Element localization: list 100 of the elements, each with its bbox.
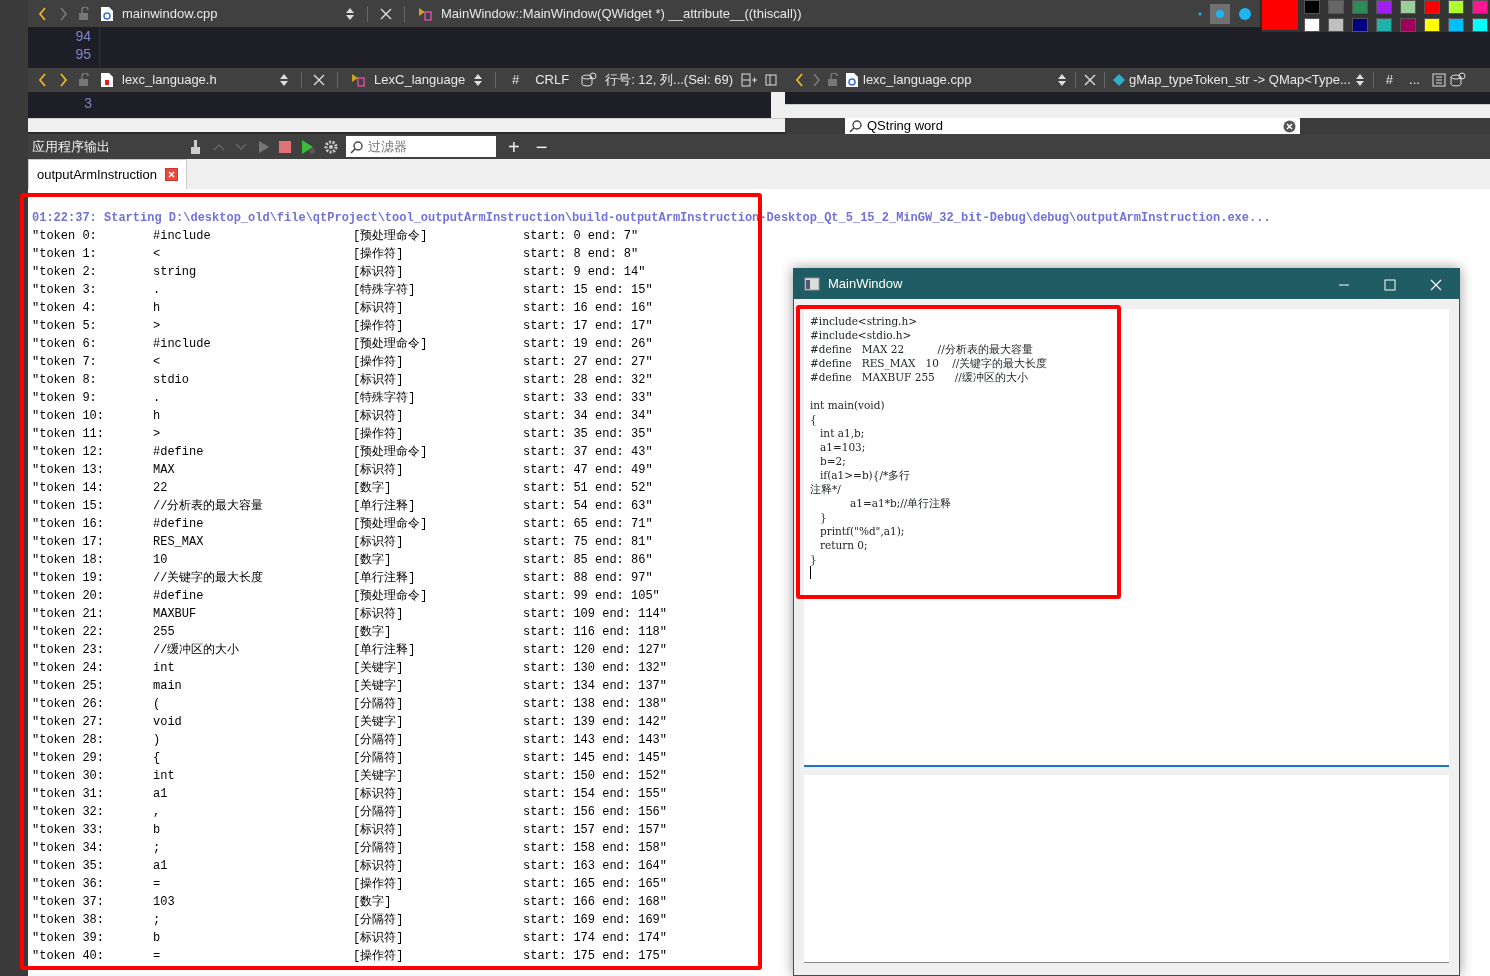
code-line: { — [810, 412, 817, 426]
output-text: "token 14: — [32, 480, 105, 497]
output-text: [标识符] — [353, 264, 405, 281]
code-line: int main(void) — [810, 398, 885, 412]
output-text: start: 19 end: 26" — [523, 336, 653, 353]
output-text: "token 16: — [32, 516, 105, 533]
output-text: "token 10: — [32, 408, 105, 425]
output-text: [分隔符] — [353, 750, 405, 767]
output-text: start: 154 end: 155" — [523, 786, 668, 803]
symbol-selector[interactable]: LexC_language — [374, 70, 466, 90]
output-text: start: 116 end: 118" — [523, 624, 668, 641]
output-text: a1 — [153, 858, 169, 875]
output-text: start: 28 end: 32" — [523, 372, 653, 389]
output-text: "token 4: — [32, 300, 98, 317]
code-line: if(a1>=b){/*多行 — [819, 468, 911, 482]
code-line: return 0; — [819, 538, 868, 552]
output-text: #include — [153, 228, 212, 245]
output-text: b — [153, 822, 162, 839]
output-text: start: 16 end: 16" — [523, 300, 653, 317]
output-text: [关键字] — [353, 678, 405, 695]
output-text: "token 6: — [32, 336, 98, 353]
output-text: a1 — [153, 786, 169, 803]
symbol-selector[interactable]: gMap_typeToken_str -> QMap<Type... — [1129, 70, 1351, 90]
output-text: #define — [153, 444, 205, 461]
output-text: [操作符] — [353, 426, 405, 443]
output-text: //关键字的最大长度 — [153, 570, 265, 587]
output-text: start: 174 end: 174" — [523, 930, 668, 947]
output-text: "token 31: — [32, 786, 105, 803]
output-text: [标识符] — [353, 300, 405, 317]
output-tab[interactable]: outputArmInstruction — [28, 159, 187, 189]
output-text: "token 25: — [32, 678, 105, 695]
find-field[interactable]: QString word — [845, 118, 1300, 134]
output-text: start: 130 end: 132" — [523, 660, 668, 677]
code-line: } — [810, 552, 817, 566]
hash-button[interactable]: # — [507, 70, 524, 90]
output-text: "token 33: — [32, 822, 105, 839]
line-number: 95 — [74, 45, 91, 63]
output-text: "token 36: — [32, 876, 105, 893]
output-text: [操作符] — [353, 948, 405, 965]
output-text: h — [153, 408, 162, 425]
output-text: "token 35: — [32, 858, 105, 875]
output-text: start: 156 end: 156" — [523, 804, 668, 821]
file-name[interactable]: mainwindow.cpp — [122, 3, 337, 24]
output-text: [数字] — [353, 894, 393, 911]
output-text: [预处理命令] — [353, 228, 429, 245]
output-text: [标识符] — [353, 858, 405, 875]
output-text: [特殊字符] — [353, 282, 417, 299]
output-text: #include — [153, 336, 212, 353]
output-text: "token 0: — [32, 228, 98, 245]
output-text: "token 8: — [32, 372, 98, 389]
output-text: "token 13: — [32, 462, 105, 479]
output-text: [数字] — [353, 552, 393, 569]
cursor-position[interactable]: 行号: 12, 列...(Sel: 69) — [605, 70, 733, 90]
remove-button[interactable]: − — [531, 136, 552, 157]
output-text: start: 143 end: 143" — [523, 732, 668, 749]
code-line: #define MAX 22 //分析表的最大容量 — [810, 342, 1033, 356]
output-text: start: 169 end: 169" — [523, 912, 668, 929]
output-text: "token 32: — [32, 804, 105, 821]
output-text: #define — [153, 516, 205, 533]
code-line: #include<stdio.h> — [810, 328, 912, 342]
output-text: #define — [153, 588, 205, 605]
code-line: a1=a1*b;//单行注释 — [849, 496, 952, 510]
code-editor[interactable]: 3 — [28, 92, 785, 118]
file-name[interactable]: lexc_language.cpp — [863, 70, 1053, 90]
output-text: "token 29: — [32, 750, 105, 767]
output-text: start: 8 end: 8" — [523, 246, 639, 263]
output-text: start: 150 end: 152" — [523, 768, 668, 785]
code-line: } — [819, 510, 827, 524]
output-text: [预处理命令] — [353, 444, 429, 461]
output-text: [关键字] — [353, 768, 405, 785]
output-text: "token 5: — [32, 318, 98, 335]
file-name[interactable]: lexc_language.h — [122, 70, 271, 90]
filter-field[interactable]: 过滤器 — [346, 136, 496, 157]
output-text: main — [153, 678, 183, 695]
output-text: [关键字] — [353, 714, 405, 731]
output-text: MAX — [153, 462, 176, 479]
code-line: #define RES_MAX 10 //关键字的最大长度 — [810, 356, 1048, 370]
output-text: start: 88 end: 97" — [523, 570, 653, 587]
add-button[interactable]: + — [504, 136, 524, 157]
output-text: h — [153, 300, 162, 317]
output-text: "token 39: — [32, 930, 105, 947]
output-text: [标识符] — [353, 786, 405, 803]
output-text: [操作符] — [353, 318, 405, 335]
output-text: [数字] — [353, 624, 393, 641]
output-text: [标识符] — [353, 462, 405, 479]
output-text: [标识符] — [353, 930, 405, 947]
output-text: [操作符] — [353, 876, 405, 893]
line-ending-button[interactable]: CRLF — [531, 70, 574, 90]
code-line: 注释*/ — [810, 482, 841, 496]
symbol-selector[interactable]: MainWindow::MainWindow(QWidget *) __attribute__((thiscall)) — [441, 3, 1190, 24]
code-line: b=2; — [819, 454, 846, 468]
output-text: [特殊字符] — [353, 390, 417, 407]
hash-button[interactable]: # — [1381, 70, 1398, 90]
output-text: ; — [153, 840, 162, 857]
output-text: start: 109 end: 114" — [523, 606, 668, 623]
output-text: "token 17: — [32, 534, 105, 551]
output-text: stdio — [153, 372, 190, 389]
code-editor[interactable]: 94 95 — [28, 27, 1490, 68]
more-button[interactable]: ... — [1401, 70, 1428, 90]
output-text: "token 12: — [32, 444, 105, 461]
